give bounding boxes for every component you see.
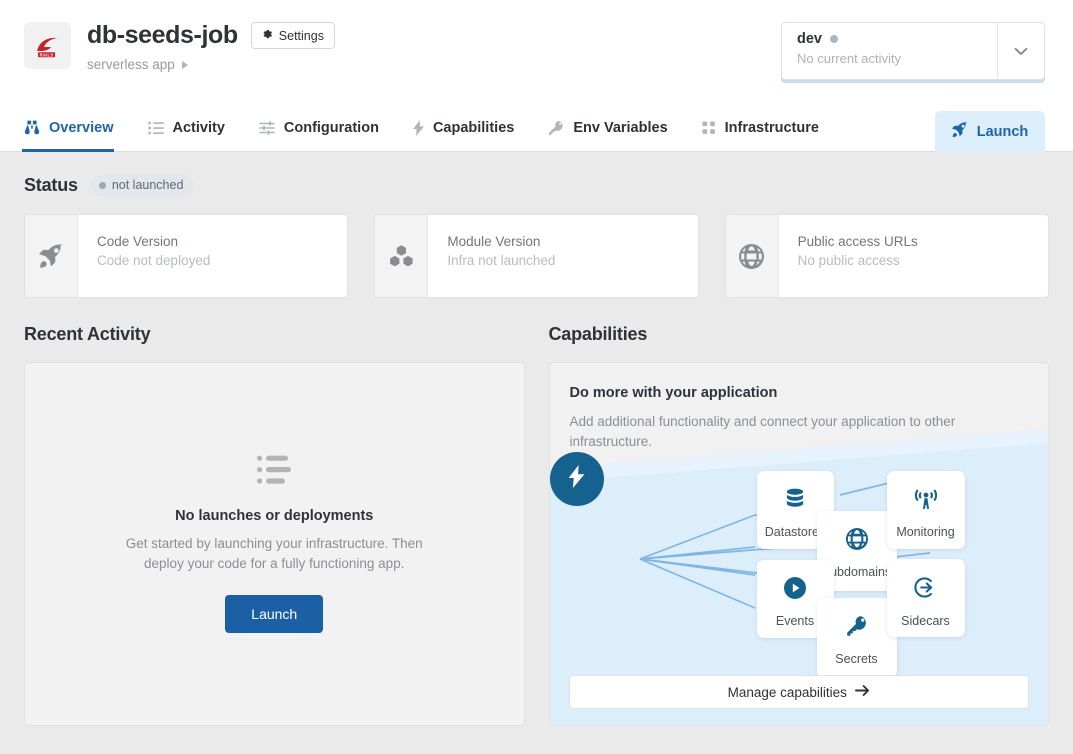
globe-icon [846, 528, 868, 555]
tab-label: Infrastructure [725, 120, 819, 136]
capability-node-label: Sidecars [901, 614, 950, 628]
capability-node-label: Monitoring [896, 525, 954, 539]
status-card-grid: Code Version Code not deployed Module Ve… [24, 214, 1049, 298]
environment-name-row: dev [797, 31, 997, 47]
status-badge-label: not launched [112, 178, 184, 192]
breadcrumb-label: serverless app [87, 57, 175, 72]
tab-label: Capabilities [433, 120, 514, 136]
capabilities-card-header: Do more with your application Add additi… [550, 363, 1049, 452]
environment-activity-text: No current activity [797, 51, 997, 66]
rocket-icon [25, 215, 78, 297]
capabilities-heading: Capabilities [549, 324, 1050, 345]
status-card-module-version: Module Version Infra not launched [374, 214, 698, 298]
status-card-label: Code Version [97, 234, 210, 249]
app-page: RAILS db-seeds-job Settings [0, 0, 1073, 754]
gear-icon [261, 28, 273, 43]
tab-list: Overview Activity [0, 103, 1073, 152]
tab-label: Env Variables [573, 120, 667, 136]
rails-logo-icon: RAILS [24, 22, 71, 69]
recent-activity-column: Recent Activity No launches or deploymen… [24, 324, 525, 726]
page-body: Status not launched Code Version Code no… [0, 152, 1073, 726]
status-badge: not launched [90, 175, 195, 196]
status-card-value: Code not deployed [97, 253, 210, 268]
tab-label: Configuration [284, 120, 379, 136]
capability-node-sidecars[interactable]: Sidecars [887, 559, 965, 637]
capabilities-card-title: Do more with your application [570, 385, 1029, 401]
recent-activity-panel: No launches or deployments Get started b… [24, 362, 525, 726]
tab-infrastructure[interactable]: Infrastructure [702, 103, 836, 152]
page-title: db-seeds-job [87, 23, 238, 48]
page-header: RAILS db-seeds-job Settings [0, 0, 1073, 103]
status-card-text: Code Version Code not deployed [78, 215, 210, 297]
caret-right-icon [182, 61, 188, 69]
status-card-label: Module Version [447, 234, 555, 249]
grid-dots-icon [702, 121, 716, 135]
recent-activity-heading: Recent Activity [24, 324, 525, 345]
status-badge-dot [99, 182, 106, 189]
launch-button[interactable]: Launch [225, 595, 323, 633]
capabilities-column: Capabilities Do more with your applicati… [549, 324, 1050, 726]
status-heading: Status [24, 175, 78, 196]
settings-button[interactable]: Settings [251, 22, 335, 49]
manage-capabilities-label: Manage capabilities [728, 685, 847, 700]
status-header: Status not launched [24, 152, 1049, 196]
tab-activity[interactable]: Activity [148, 103, 242, 152]
manage-capabilities-button[interactable]: Manage capabilities [569, 675, 1030, 709]
environment-status-dot [830, 35, 838, 43]
content-columns: Recent Activity No launches or deploymen… [24, 324, 1049, 726]
cubes-icon [375, 215, 428, 297]
status-card-value: Infra not launched [447, 253, 555, 268]
breadcrumb[interactable]: serverless app [87, 57, 335, 72]
tab-configuration[interactable]: Configuration [259, 103, 396, 152]
capabilities-card-description: Add additional functionality and connect… [570, 412, 998, 452]
play-circle-icon [784, 577, 806, 604]
tab-label: Overview [49, 120, 114, 136]
capability-node-monitoring[interactable]: Monitoring [887, 471, 965, 549]
status-card-label: Public access URLs [798, 234, 918, 249]
environment-selector[interactable]: dev No current activity [781, 22, 1045, 80]
tab-launch-label: Launch [977, 124, 1029, 140]
list-lines-icon [257, 455, 291, 490]
empty-state-description: Get started by launching your infrastruc… [115, 534, 433, 573]
header-identity: RAILS db-seeds-job Settings [24, 22, 335, 72]
capability-node-label: Events [776, 614, 814, 628]
status-card-text: Public access URLs No public access [779, 215, 918, 297]
tab-label: Activity [173, 120, 225, 136]
broadcast-tower-icon [914, 488, 938, 515]
status-card-value: No public access [798, 253, 918, 268]
bolt-icon [413, 120, 424, 136]
status-card-public-access: Public access URLs No public access [725, 214, 1049, 298]
capabilities-panel: Do more with your application Add additi… [549, 362, 1050, 726]
main-tab-bar: Overview Activity [0, 103, 1073, 152]
environment-name: dev [797, 31, 822, 47]
header-text-block: db-seeds-job Settings serverless app [87, 22, 335, 72]
arrow-right-circle-icon [914, 576, 937, 604]
key-icon [846, 615, 868, 642]
capabilities-hub-node [550, 452, 604, 506]
binoculars-icon [24, 120, 40, 135]
capability-node-secrets[interactable]: Secrets [817, 598, 897, 678]
bolt-icon [568, 465, 585, 493]
status-card-text: Module Version Infra not launched [428, 215, 555, 297]
tab-overview[interactable]: Overview [24, 103, 131, 152]
arrow-right-icon [855, 684, 870, 700]
title-row: db-seeds-job Settings [87, 22, 335, 49]
tab-env-variables[interactable]: Env Variables [548, 103, 684, 152]
key-icon [548, 120, 564, 136]
tab-launch[interactable]: Launch [935, 111, 1045, 152]
status-card-code-version: Code Version Code not deployed [24, 214, 348, 298]
sliders-icon [259, 121, 275, 135]
list-ul-icon [148, 121, 164, 135]
globe-icon [726, 215, 779, 297]
database-icon [784, 488, 806, 515]
tab-capabilities[interactable]: Capabilities [413, 103, 531, 152]
rocket-icon [952, 122, 968, 142]
capability-node-label: Secrets [835, 652, 877, 666]
chevron-down-icon[interactable] [997, 23, 1044, 79]
settings-button-label: Settings [279, 29, 324, 43]
empty-state-title: No launches or deployments [175, 508, 373, 524]
svg-text:RAILS: RAILS [39, 52, 53, 57]
environment-info: dev No current activity [782, 23, 997, 79]
